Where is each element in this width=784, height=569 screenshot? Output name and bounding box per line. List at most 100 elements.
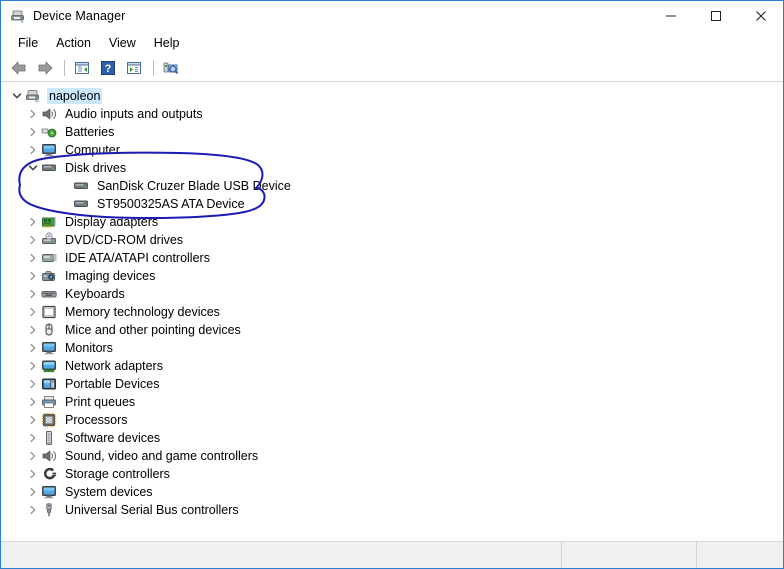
tree-item[interactable]: Computer [1,141,783,159]
chevron-right-icon[interactable] [25,123,41,141]
chevron-right-icon[interactable] [25,357,41,375]
tree-item[interactable]: SanDisk Cruzer Blade USB Device [1,177,783,195]
chevron-down-icon[interactable] [25,159,41,177]
no-twisty-spacer [57,195,73,213]
chevron-right-icon[interactable] [25,303,41,321]
chevron-right-icon[interactable] [25,483,41,501]
console-tree-pane[interactable]: napoleon Audio inputs and outputs Batterie… [1,82,783,542]
tree-item-label: Disk drives [65,161,127,175]
tree-item-label: Display adapters [65,215,159,229]
tree-item[interactable]: Mice and other pointing devices [1,321,783,339]
tree-item[interactable]: Universal Serial Bus controllers [1,501,783,519]
tree-item-label: Network adapters [65,359,163,373]
battery-icon [41,124,57,140]
menu-item-view[interactable]: View [100,34,145,52]
mouse-icon [41,322,57,338]
device-manager-window: Device Manager File Action View Help ? n… [0,0,784,569]
portable-device-icon [41,376,57,392]
processor-icon [41,412,57,428]
tree-item-label: DVD/CD-ROM drives [65,233,184,247]
storage-controller-icon [41,466,57,482]
memory-icon [41,304,57,320]
properties-icon[interactable] [122,57,146,79]
title-bar: Device Manager [1,1,783,31]
system-device-icon [41,484,57,500]
network-adapter-icon [41,358,57,374]
disk-drive-icon [41,160,57,176]
chevron-right-icon[interactable] [25,285,41,303]
tree-item[interactable]: Processors [1,411,783,429]
tree-item-label: Memory technology devices [65,305,220,319]
tree-item[interactable]: napoleon [1,87,783,105]
chevron-down-icon[interactable] [9,87,25,105]
tree-item[interactable]: Audio inputs and outputs [1,105,783,123]
tree-item[interactable]: Imaging devices [1,267,783,285]
tree-item-label: napoleon [47,88,103,104]
tree-item[interactable]: Sound, video and game controllers [1,447,783,465]
chevron-right-icon[interactable] [25,213,41,231]
tree-item[interactable]: Software devices [1,429,783,447]
tree-item-label: Computer [65,143,120,157]
chevron-right-icon[interactable] [25,141,41,159]
tree-item[interactable]: Keyboards [1,285,783,303]
tree-item[interactable]: Memory technology devices [1,303,783,321]
camera-icon [41,268,57,284]
tree-item[interactable]: Storage controllers [1,465,783,483]
tree-item[interactable]: Network adapters [1,357,783,375]
show-hide-console-tree-icon[interactable] [70,57,94,79]
back-arrow-icon[interactable] [7,57,31,79]
tree-item-label: Keyboards [65,287,125,301]
disk-drive-icon [73,178,89,194]
toolbar: ? [1,55,783,82]
close-button[interactable] [738,1,783,31]
chevron-right-icon[interactable] [25,267,41,285]
tree-item[interactable]: ST9500325AS ATA Device [1,195,783,213]
display-adapter-icon [41,214,57,230]
chevron-right-icon[interactable] [25,411,41,429]
minimize-button[interactable] [648,1,693,31]
tree-item[interactable]: DVD/CD-ROM drives [1,231,783,249]
scan-hardware-changes-icon[interactable] [159,57,183,79]
chevron-right-icon[interactable] [25,447,41,465]
help-icon[interactable]: ? [96,57,120,79]
chevron-right-icon[interactable] [25,465,41,483]
chevron-right-icon[interactable] [25,321,41,339]
tree-item[interactable]: Monitors [1,339,783,357]
tree-item-label: Universal Serial Bus controllers [65,503,239,517]
tree-item-label: Processors [65,413,128,427]
chevron-right-icon[interactable] [25,375,41,393]
tree-item[interactable]: Batteries [1,123,783,141]
keyboard-icon [41,286,57,302]
chevron-right-icon[interactable] [25,249,41,267]
tree-item[interactable]: Display adapters [1,213,783,231]
disk-drive-icon [73,196,89,212]
chevron-right-icon[interactable] [25,105,41,123]
tree-item[interactable]: System devices [1,483,783,501]
status-pane-tertiary [697,542,783,568]
printer-icon [41,394,57,410]
tree-item-label: Software devices [65,431,161,445]
forward-arrow-icon[interactable] [33,57,57,79]
tree-item-label: IDE ATA/ATAPI controllers [65,251,210,265]
chevron-right-icon[interactable] [25,393,41,411]
maximize-button[interactable] [693,1,738,31]
chevron-right-icon[interactable] [25,429,41,447]
menu-item-file[interactable]: File [9,34,47,52]
svg-text:?: ? [105,63,112,75]
monitor-icon [41,340,57,356]
menu-item-action[interactable]: Action [47,34,100,52]
tree-item-label: Print queues [65,395,136,409]
tree-item[interactable]: IDE ATA/ATAPI controllers [1,249,783,267]
tree-item[interactable]: Print queues [1,393,783,411]
menu-item-help[interactable]: Help [145,34,189,52]
tree-item-label: System devices [65,485,153,499]
toolbar-separator-1 [64,60,65,76]
tree-item-label: SanDisk Cruzer Blade USB Device [97,179,291,193]
chevron-right-icon[interactable] [25,501,41,519]
tree-item[interactable]: Disk drives [1,159,783,177]
tree-item-label: Storage controllers [65,467,170,481]
menu-bar: File Action View Help [1,31,783,55]
tree-item[interactable]: Portable Devices [1,375,783,393]
chevron-right-icon[interactable] [25,231,41,249]
chevron-right-icon[interactable] [25,339,41,357]
